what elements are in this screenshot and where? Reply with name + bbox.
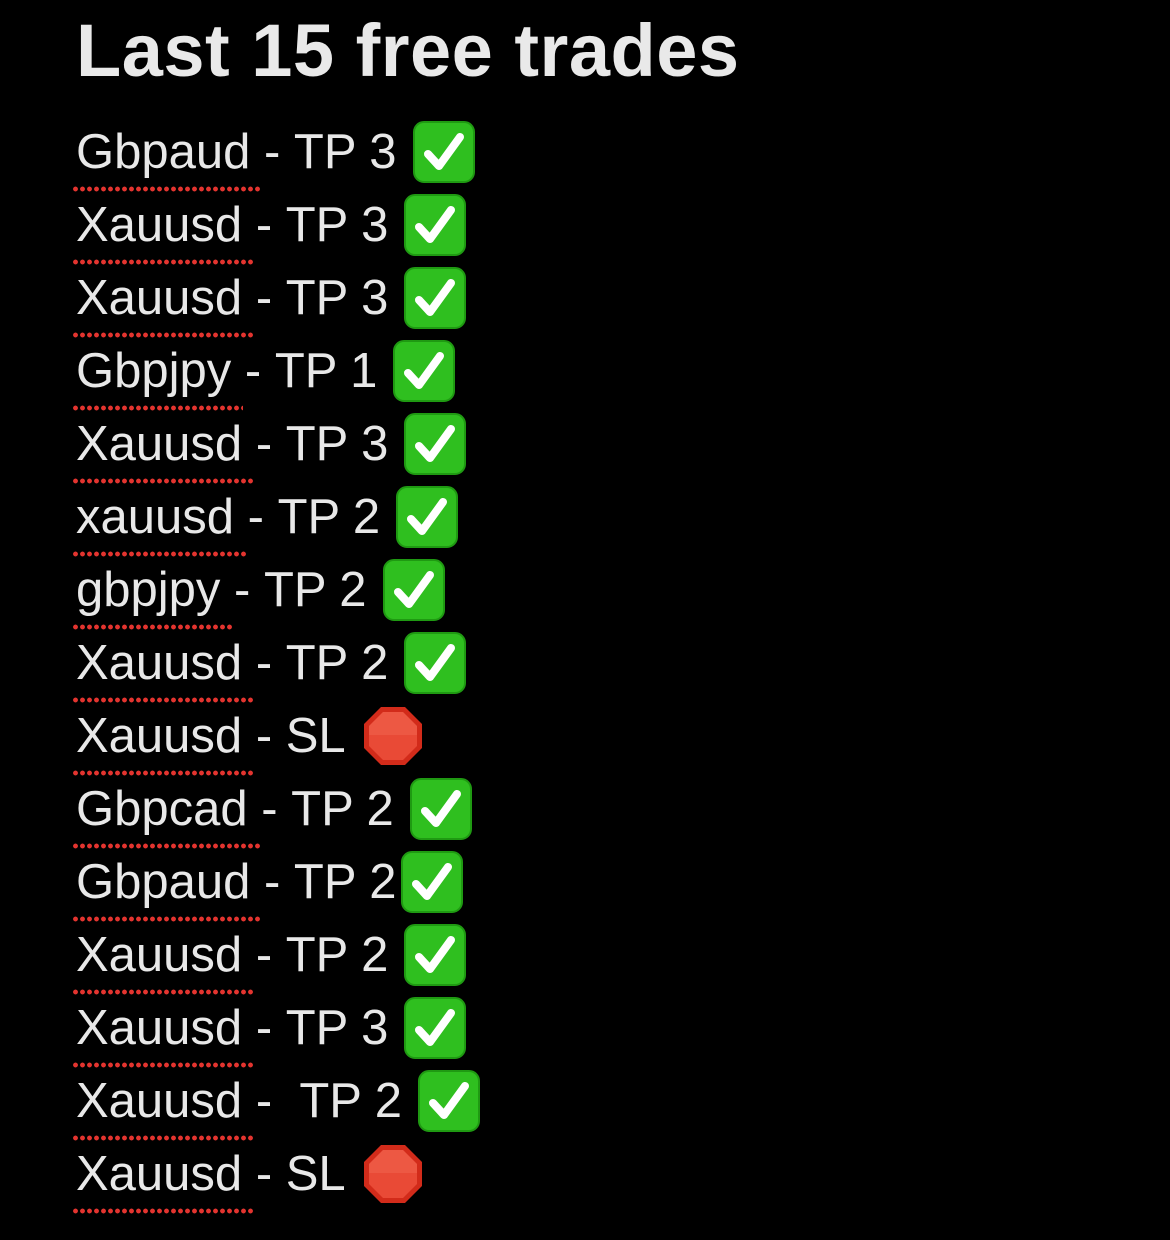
trade-row: Xauusd - TP 3 (71, 188, 480, 265)
trade-result: SL (285, 1146, 346, 1201)
trade-result: TP 3 (285, 416, 389, 471)
trade-row: xauusd - TP 2 (71, 480, 480, 557)
check-mark-button-icon (404, 193, 467, 256)
trade-result: TP 3 (293, 124, 397, 179)
check-mark-button-icon (404, 996, 467, 1059)
check-mark-button-icon (404, 923, 467, 986)
trade-separator: - (242, 197, 286, 252)
trade-row: gbpjpy - TP 2 (71, 553, 480, 630)
trade-separator: - (247, 781, 292, 836)
trade-separator: - (242, 416, 286, 471)
trade-separator: - (234, 489, 278, 544)
check-mark-button-icon (404, 266, 467, 329)
trade-row: Gbpaud - TP 3 (71, 115, 480, 192)
trade-row: Xauusd - TP 3 (71, 407, 480, 484)
trade-row: Xauusd - TP 3 (71, 991, 480, 1068)
trade-pair: Xauusd (71, 197, 255, 265)
check-mark-button-icon (382, 558, 445, 621)
trade-pair: Gbpaud (71, 124, 263, 192)
trade-pair: Gbpcad (72, 781, 260, 849)
trade-result: TP 2 (263, 562, 367, 617)
check-mark-button-icon (393, 339, 456, 402)
trade-list: Gbpaud - TP 3 Xauusd - TP 3 Xauusd - TP 3G… (71, 115, 480, 1214)
trade-separator: - (231, 343, 275, 398)
trade-pair: Xauusd (71, 1073, 255, 1141)
note-title[interactable]: Last 15 free trades (76, 14, 1076, 88)
check-mark-button-icon (412, 120, 475, 183)
check-mark-button-icon (404, 631, 467, 694)
trade-row: Gbpjpy - TP 1 (71, 334, 480, 411)
trade-pair: Xauusd (71, 270, 255, 338)
trade-row: Xauusd - TP 2 (71, 1064, 480, 1141)
stop-sign-icon (362, 1143, 424, 1205)
trade-pair: gbpjpy (71, 562, 233, 630)
trade-separator: - (250, 854, 294, 909)
trade-separator: - (242, 708, 286, 763)
trade-result: TP 3 (285, 1000, 389, 1055)
trade-separator: - (242, 927, 286, 982)
trade-pair: Xauusd (71, 927, 255, 995)
trade-pair: Xauusd (71, 1000, 255, 1068)
trade-result: TP 2 (285, 635, 389, 690)
trade-separator: - (250, 124, 294, 179)
trade-row: Gbpaud - TP 2 (71, 845, 480, 922)
trade-separator: - (242, 270, 286, 325)
trade-result: TP 3 (285, 270, 389, 325)
trade-result: TP 1 (274, 343, 378, 398)
trade-pair: Gbpaud (71, 854, 263, 922)
trade-separator: - (242, 1146, 286, 1201)
trade-result: TP 2 (293, 854, 397, 909)
trade-row: Xauusd - TP 2 (71, 918, 480, 995)
check-mark-button-icon (404, 412, 467, 475)
note-content[interactable]: Last 15 free trades Gbpaud - TP 3 Xauusd … (71, 0, 1076, 1214)
trade-pair: Xauusd (71, 635, 255, 703)
trade-result: TP 2 (277, 489, 381, 544)
trade-pair: Gbpjpy (71, 343, 244, 411)
trade-row: Xauusd - SL (71, 699, 480, 776)
trade-separator: - (242, 1000, 286, 1055)
trade-row: Xauusd - SL (71, 1137, 480, 1214)
trade-separator: - (242, 1073, 300, 1128)
check-mark-button-icon (417, 1069, 480, 1132)
stop-sign-icon (362, 705, 424, 767)
trade-pair: Xauusd (71, 416, 255, 484)
trade-result: TP 2 (291, 781, 394, 836)
trade-result: TP 2 (285, 927, 389, 982)
trade-result: TP 2 (299, 1073, 402, 1128)
trade-result: TP 3 (285, 197, 389, 252)
trade-row: Xauusd - TP 3 (71, 261, 480, 338)
trade-separator: - (242, 635, 286, 690)
trade-row: Gbpcad - TP 2 (72, 772, 480, 849)
check-mark-button-icon (409, 777, 472, 840)
trade-row: Xauusd - TP 2 (71, 626, 480, 703)
trade-pair: Xauusd (71, 1146, 255, 1214)
check-mark-button-icon (396, 485, 459, 548)
trade-pair: xauusd (71, 489, 247, 557)
trade-result: SL (285, 708, 346, 763)
trade-pair: Xauusd (71, 708, 255, 776)
check-mark-button-icon (400, 850, 463, 913)
trade-separator: - (220, 562, 264, 617)
